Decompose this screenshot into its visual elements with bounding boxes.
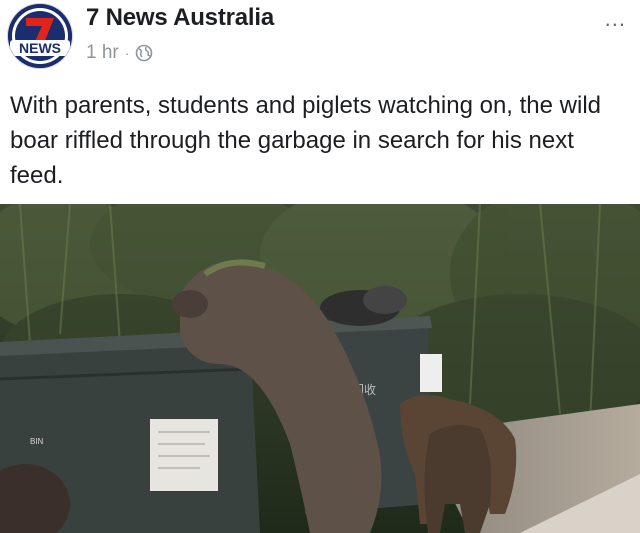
separator-dot: · xyxy=(124,45,130,61)
post-meta: 1 hr · xyxy=(86,42,153,64)
more-options-button[interactable]: ... xyxy=(605,6,626,32)
seven-news-logo-icon: NEWS xyxy=(8,4,72,68)
post-text: With parents, students and piglets watch… xyxy=(10,92,601,189)
page-name[interactable]: 7 News Australia xyxy=(86,4,274,32)
avatar[interactable]: NEWS xyxy=(8,4,72,68)
logo-text: NEWS xyxy=(19,40,61,56)
post-photo[interactable]: BIN 回收 xyxy=(0,204,640,533)
bin-label: BIN xyxy=(30,437,44,446)
globe-icon[interactable] xyxy=(135,44,153,62)
wild-boar-photo: BIN 回收 xyxy=(0,204,640,533)
post-header: NEWS 7 News Australia 1 hr · ... xyxy=(0,0,640,90)
post-time[interactable]: 1 hr xyxy=(86,42,119,64)
